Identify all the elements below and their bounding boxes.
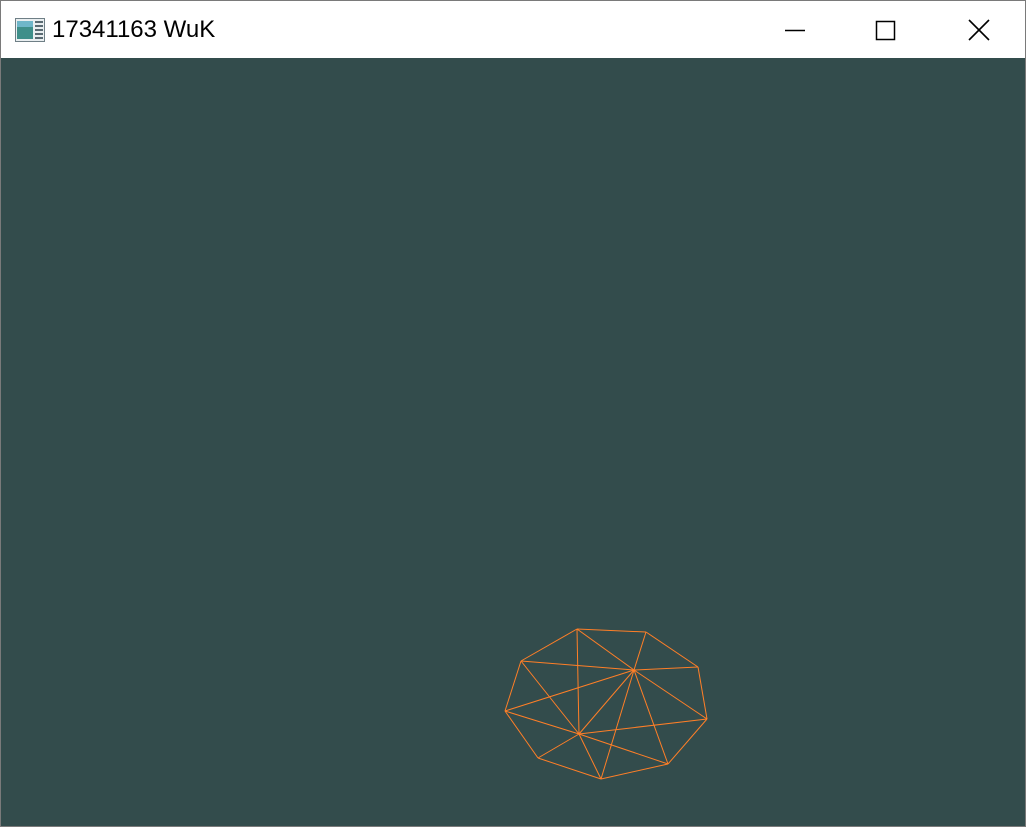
application-window-icon[interactable] bbox=[15, 18, 45, 42]
mesh-edge bbox=[504, 710, 580, 735]
mesh-edge bbox=[576, 628, 647, 633]
mesh-edge bbox=[520, 660, 580, 735]
mesh-edge bbox=[578, 718, 708, 735]
minimize-button[interactable] bbox=[749, 1, 841, 58]
mesh-edge bbox=[537, 733, 580, 759]
mesh-edge bbox=[633, 666, 699, 671]
mesh-edge bbox=[600, 763, 669, 780]
mesh-edge bbox=[697, 666, 708, 720]
mesh-edge bbox=[578, 669, 635, 735]
close-button[interactable] bbox=[933, 1, 1025, 58]
mesh-edge bbox=[645, 631, 699, 668]
mesh-edge bbox=[576, 628, 580, 735]
maximize-button[interactable] bbox=[841, 1, 933, 58]
title-bar[interactable]: 17341163 WuK bbox=[1, 1, 1025, 58]
mesh-edge bbox=[504, 660, 522, 712]
mesh-edge bbox=[600, 669, 635, 780]
mesh-edge bbox=[537, 757, 602, 780]
render-viewport[interactable] bbox=[1, 58, 1025, 826]
minimize-icon bbox=[785, 29, 805, 32]
mesh-edge bbox=[576, 628, 635, 671]
maximize-icon bbox=[875, 20, 896, 41]
window-title: 17341163 WuK bbox=[52, 16, 216, 43]
mesh-edge bbox=[504, 710, 539, 759]
mesh-edge bbox=[520, 628, 578, 662]
mesh-edge bbox=[667, 718, 708, 765]
mesh-edge bbox=[633, 669, 708, 720]
mesh-edge bbox=[633, 669, 669, 765]
mesh-edge bbox=[578, 733, 669, 765]
mesh-edge bbox=[504, 669, 635, 712]
close-icon bbox=[968, 19, 990, 41]
application-window: 17341163 WuK bbox=[0, 0, 1026, 827]
mesh-edge bbox=[633, 631, 647, 671]
wireframe-mesh bbox=[504, 628, 708, 780]
